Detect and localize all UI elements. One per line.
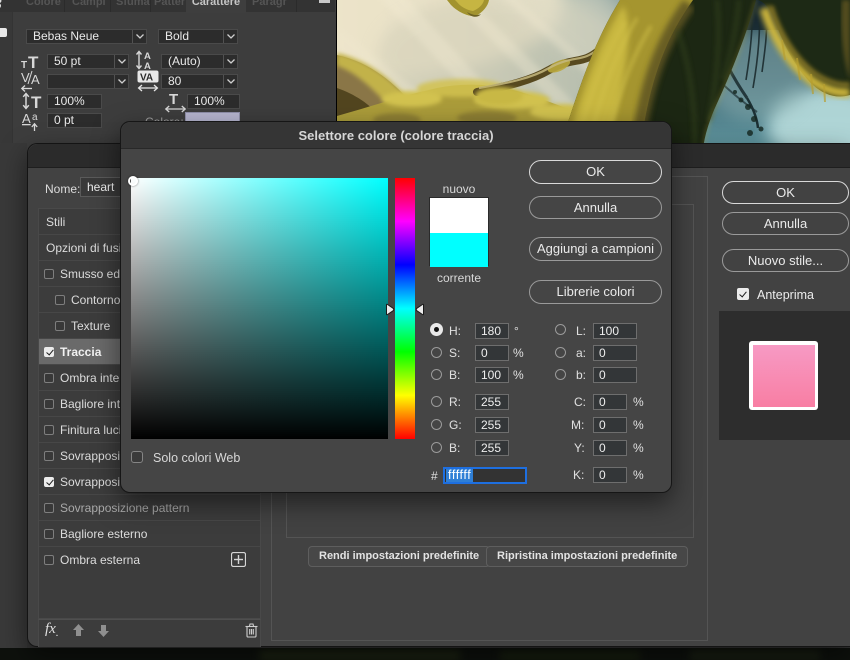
svg-text:T: T: [31, 93, 42, 111]
svg-text:a: a: [32, 112, 38, 123]
svg-text:T: T: [169, 91, 178, 108]
svg-text:VA: VA: [140, 73, 153, 84]
svg-text:A: A: [22, 111, 31, 126]
svg-text:A: A: [31, 72, 40, 87]
svg-text:T: T: [28, 53, 39, 71]
